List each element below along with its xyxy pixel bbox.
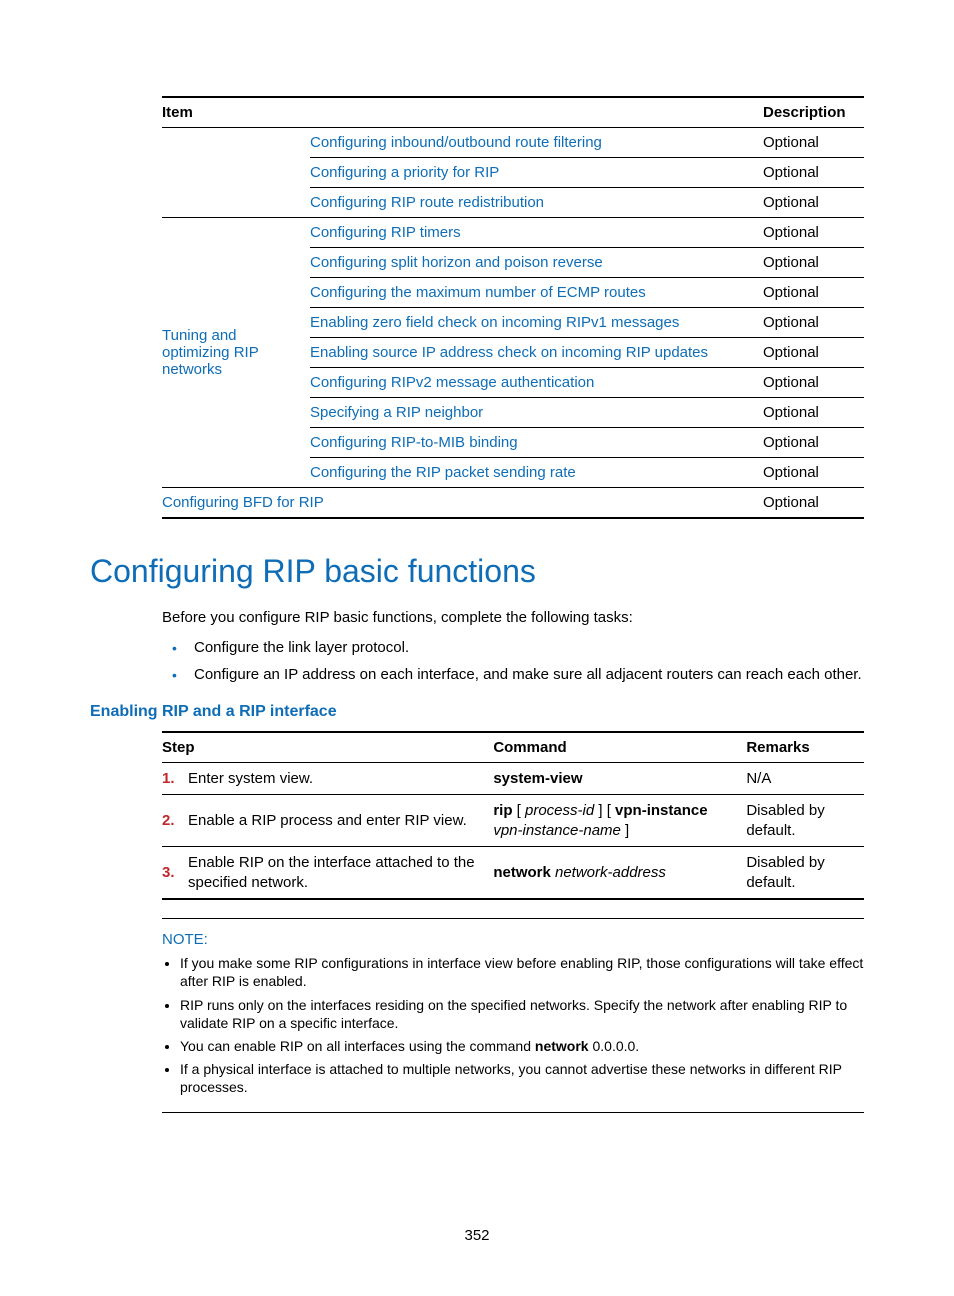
task-table: Item Description Configuring inbound/out… bbox=[162, 96, 864, 519]
desc-cell: Optional bbox=[763, 158, 864, 188]
link[interactable]: Enabling source IP address check on inco… bbox=[310, 344, 708, 361]
remarks-cell: Disabled by default. bbox=[746, 847, 864, 900]
cmd-cell: rip [ process-id ] [ vpn-instancevpn-ins… bbox=[493, 795, 746, 847]
link[interactable]: Configuring a priority for RIP bbox=[310, 164, 499, 181]
cmd-cell: system-view bbox=[493, 762, 746, 795]
link[interactable]: Configuring RIP route redistribution bbox=[310, 194, 544, 211]
th-remarks: Remarks bbox=[746, 732, 864, 763]
list-item: Configure the link layer protocol. bbox=[190, 638, 864, 658]
link[interactable]: Configuring split horizon and poison rev… bbox=[310, 254, 603, 271]
section-heading: Configuring RIP basic functions bbox=[90, 553, 864, 590]
desc-cell: Optional bbox=[763, 338, 864, 368]
link[interactable]: Specifying a RIP neighbor bbox=[310, 404, 483, 421]
list-item: Configure an IP address on each interfac… bbox=[190, 665, 864, 685]
th-cmd: Command bbox=[493, 732, 746, 763]
prereq-list: Configure the link layer protocol. Confi… bbox=[162, 638, 864, 685]
desc-cell: Optional bbox=[763, 308, 864, 338]
step-num: 3. bbox=[162, 847, 188, 900]
desc-cell: Optional bbox=[763, 128, 864, 158]
note-item: RIP runs only on the interfaces residing… bbox=[180, 996, 864, 1032]
step-text: Enter system view. bbox=[188, 762, 493, 795]
note-item: If you make some RIP configurations in i… bbox=[180, 954, 864, 990]
note-title: NOTE: bbox=[162, 931, 864, 948]
link[interactable]: Enabling zero field check on incoming RI… bbox=[310, 314, 679, 331]
step-text: Enable RIP on the interface attached to … bbox=[188, 847, 493, 900]
link[interactable]: Configuring the RIP packet sending rate bbox=[310, 464, 576, 481]
step-num: 2. bbox=[162, 795, 188, 847]
desc-cell: Optional bbox=[763, 488, 864, 519]
link[interactable]: Configuring BFD for RIP bbox=[162, 494, 324, 511]
link[interactable]: Configuring inbound/outbound route filte… bbox=[310, 134, 602, 151]
desc-cell: Optional bbox=[763, 278, 864, 308]
link[interactable]: Configuring RIP-to-MIB binding bbox=[310, 434, 518, 451]
desc-cell: Optional bbox=[763, 458, 864, 488]
th-step: Step bbox=[162, 732, 493, 763]
note-item: If a physical interface is attached to m… bbox=[180, 1060, 864, 1096]
link[interactable]: Configuring RIP timers bbox=[310, 224, 461, 241]
link[interactable]: Configuring the maximum number of ECMP r… bbox=[310, 284, 646, 301]
page-number: 352 bbox=[0, 1227, 954, 1244]
desc-cell: Optional bbox=[763, 218, 864, 248]
step-num: 1. bbox=[162, 762, 188, 795]
subsection-heading: Enabling RIP and a RIP interface bbox=[90, 703, 864, 721]
desc-cell: Optional bbox=[763, 428, 864, 458]
group-label[interactable]: Tuning and optimizing RIP networks bbox=[162, 218, 310, 488]
step-table: Step Command Remarks 1. Enter system vie… bbox=[162, 731, 864, 901]
note-item: You can enable RIP on all interfaces usi… bbox=[180, 1037, 864, 1055]
desc-cell: Optional bbox=[763, 188, 864, 218]
link[interactable]: Configuring RIPv2 message authentication bbox=[310, 374, 594, 391]
intro-paragraph: Before you configure RIP basic functions… bbox=[162, 608, 864, 628]
remarks-cell: Disabled by default. bbox=[746, 795, 864, 847]
desc-cell: Optional bbox=[763, 398, 864, 428]
step-text: Enable a RIP process and enter RIP view. bbox=[188, 795, 493, 847]
desc-cell: Optional bbox=[763, 248, 864, 278]
page: Item Description Configuring inbound/out… bbox=[0, 0, 954, 1296]
th-desc: Description bbox=[763, 97, 864, 128]
note-box: NOTE: If you make some RIP configuration… bbox=[162, 918, 864, 1112]
desc-cell: Optional bbox=[763, 368, 864, 398]
remarks-cell: N/A bbox=[746, 762, 864, 795]
cmd-cell: network network-address bbox=[493, 847, 746, 900]
th-item: Item bbox=[162, 97, 763, 128]
note-list: If you make some RIP configurations in i… bbox=[162, 954, 864, 1096]
